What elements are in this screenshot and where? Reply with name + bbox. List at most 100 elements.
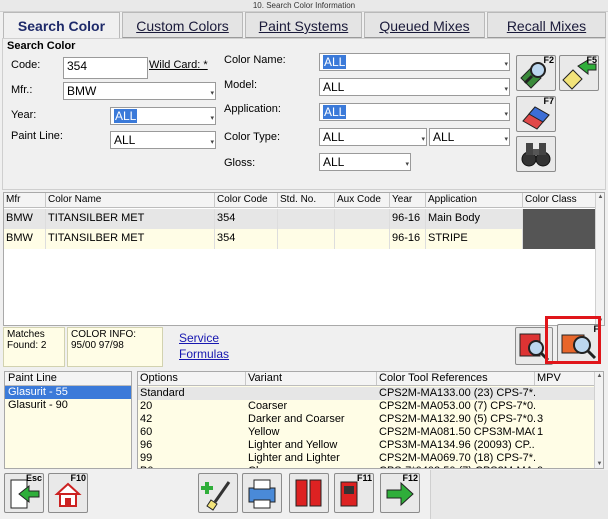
mfr-select[interactable]: BMW ▾ (63, 82, 216, 100)
cell-aux-code (335, 229, 390, 249)
list-item[interactable]: Glasurit - 55 (5, 386, 131, 399)
clear-search-button[interactable]: F5 (559, 55, 599, 91)
color-chips-button[interactable] (289, 473, 329, 513)
cell-option: Standard (140, 387, 185, 399)
print-button[interactable] (242, 473, 282, 513)
scroll-up-icon[interactable]: ▲ (596, 194, 605, 200)
chevron-down-icon: ▾ (210, 115, 214, 122)
cell-application: STRIPE (426, 229, 523, 249)
found-count: Found: 2 (7, 340, 47, 351)
scroll-down-icon[interactable]: ▼ (595, 461, 603, 467)
cell-color-tool-ref: CPS2M-MA069.70 (18) CPS-7*... (379, 452, 535, 464)
cell-option: B0 (138, 465, 246, 468)
wildcard-label: Wild Card: * (149, 59, 208, 71)
year-select[interactable]: ALL ▾ (110, 107, 216, 125)
search-color-panel: Search Color Code: 354 Wild Card: * Mfr.… (2, 38, 606, 190)
model-select[interactable]: ALL ▾ (319, 78, 510, 96)
table-row[interactable]: BMW TITANSILBER MET 354 96-16 STRIPE (4, 229, 597, 249)
year-label: Year: (11, 109, 37, 121)
cell-year: 96-16 (390, 229, 426, 249)
colortype-secondary-select[interactable]: ALL ▾ (429, 128, 510, 146)
cell-color-tool-ref: CPS2M-MA081.50 CPS3M-MA0... (379, 426, 535, 438)
options-scrollbar[interactable]: ▲ ▼ (594, 372, 603, 468)
chevron-down-icon: ▾ (210, 90, 214, 97)
col-header[interactable]: Year (390, 193, 426, 208)
col-header[interactable]: Options (138, 372, 246, 385)
table-row[interactable]: B0CleanerCPS-7*0402.50 (7) CPS2M-MA...0 (138, 465, 594, 468)
cell-option: 42 (140, 413, 153, 425)
col-header[interactable]: Mfr (4, 193, 46, 208)
window-title: 10. Search Color Information (0, 0, 608, 12)
cell-color-tool-ref: CPS2M-MA133.00 (23) CPS-7*... (379, 387, 535, 399)
cell-option: 20 (140, 400, 153, 412)
chevron-down-icon: ▾ (504, 61, 508, 68)
home-button[interactable]: F10 (48, 473, 88, 513)
col-header[interactable]: Color Code (215, 193, 278, 208)
search-button[interactable]: F2 (516, 55, 556, 91)
cell-color-name: TITANSILBER MET (46, 209, 215, 229)
table-row[interactable]: 20 Coarser CPS2M-MA053.00 (7) CPS-7*0... (138, 400, 594, 413)
list-item[interactable]: Glasurit - 90 (5, 399, 131, 412)
gloss-select[interactable]: ALL ▾ (319, 153, 411, 171)
tab-search-color[interactable]: Search Color (3, 12, 120, 38)
service-formulas-link[interactable]: Service (179, 331, 219, 345)
results-scrollbar[interactable]: ▲ ▼ (595, 193, 604, 325)
chevron-down-icon: ▾ (405, 161, 409, 168)
scroll-up-icon[interactable]: ▲ (595, 373, 603, 379)
model-label: Model: (224, 79, 258, 91)
col-header[interactable]: Color Class (523, 193, 597, 208)
paint-line-header: Paint Line (5, 372, 131, 386)
formula-button[interactable]: F11 (334, 473, 374, 513)
eraser-button[interactable]: F7 (516, 96, 556, 132)
paintline-select[interactable]: ALL ▾ (110, 131, 216, 149)
printer-icon (248, 479, 276, 509)
code-label: Code: (11, 59, 41, 71)
options-header: Options Variant Color Tool References MP… (138, 372, 594, 386)
table-row[interactable]: 96 Lighter and Yellow CPS3M-MA134.96 (2009… (138, 439, 594, 452)
col-header[interactable]: Variant (246, 372, 377, 385)
paint-line-list: Paint Line Glasurit - 55 Glasurit - 90 (4, 371, 132, 469)
service-formulas-link-line2[interactable]: Formulas (179, 347, 229, 361)
add-mix-button[interactable] (198, 473, 238, 513)
cell-variant: Cleaner (246, 465, 377, 468)
next-button[interactable]: F12 (380, 473, 420, 513)
col-header[interactable]: Std. No. (278, 193, 335, 208)
color-chips-icon (295, 479, 322, 507)
colorname-select[interactable]: ALL ▾ (319, 53, 510, 71)
tab-custom-colors[interactable]: Custom Colors (122, 12, 243, 38)
cell-color-tool-ref: CPS3M-MA134.96 (20093) CP... (379, 439, 535, 451)
chevron-down-icon: ▾ (504, 136, 508, 143)
cell-mpv (535, 400, 594, 413)
col-header[interactable]: Application (426, 193, 523, 208)
results-table: Mfr Color Name Color Code Std. No. Aux C… (3, 192, 605, 326)
colortype-label: Color Type: (224, 131, 281, 143)
col-header[interactable]: MPV (535, 372, 594, 385)
cell-variant: Coarser (248, 400, 288, 412)
cell-option: 60 (140, 426, 153, 438)
cell-std-no (278, 209, 335, 229)
exit-button[interactable]: Esc (4, 473, 44, 513)
col-header[interactable]: Color Tool References (377, 372, 535, 385)
table-row[interactable]: 99 Lighter and Lighter CPS2M-MA069.70 (18)… (138, 452, 594, 465)
color-info-label: COLOR INFO: (71, 329, 137, 340)
col-header[interactable]: Color Name (46, 193, 215, 208)
cell-year: 96-16 (390, 209, 426, 229)
code-input[interactable]: 354 (63, 57, 148, 79)
tab-queued-mixes[interactable]: Queued Mixes (364, 12, 485, 38)
cell-variant: Lighter and Yellow (248, 439, 338, 451)
tab-paint-systems[interactable]: Paint Systems (245, 12, 362, 38)
colortype-select[interactable]: ALL ▾ (319, 128, 427, 146)
tab-recall-mixes[interactable]: Recall Mixes (487, 12, 606, 38)
application-select[interactable]: ALL ▾ (319, 103, 510, 121)
cell-mpv: 1 (537, 426, 544, 438)
table-row[interactable]: 42 Darker and Coarser CPS2M-MA132.90 (5) C… (138, 413, 594, 426)
cell-aux-code (335, 209, 390, 229)
table-row[interactable]: BMW TITANSILBER MET 354 96-16 Main Body (4, 209, 597, 229)
col-header[interactable]: Aux Code (335, 193, 390, 208)
table-row[interactable]: 60 Yellow CPS2M-MA081.50 CPS3M-MA0... 1 (138, 426, 594, 439)
cell-color-code: 354 (215, 229, 278, 249)
binoculars-button[interactable] (516, 136, 556, 172)
cell-color-name: TITANSILBER MET (46, 229, 215, 249)
cell-mpv (535, 452, 594, 465)
table-row[interactable]: Standard CPS2M-MA133.00 (23) CPS-7*... (138, 387, 594, 400)
